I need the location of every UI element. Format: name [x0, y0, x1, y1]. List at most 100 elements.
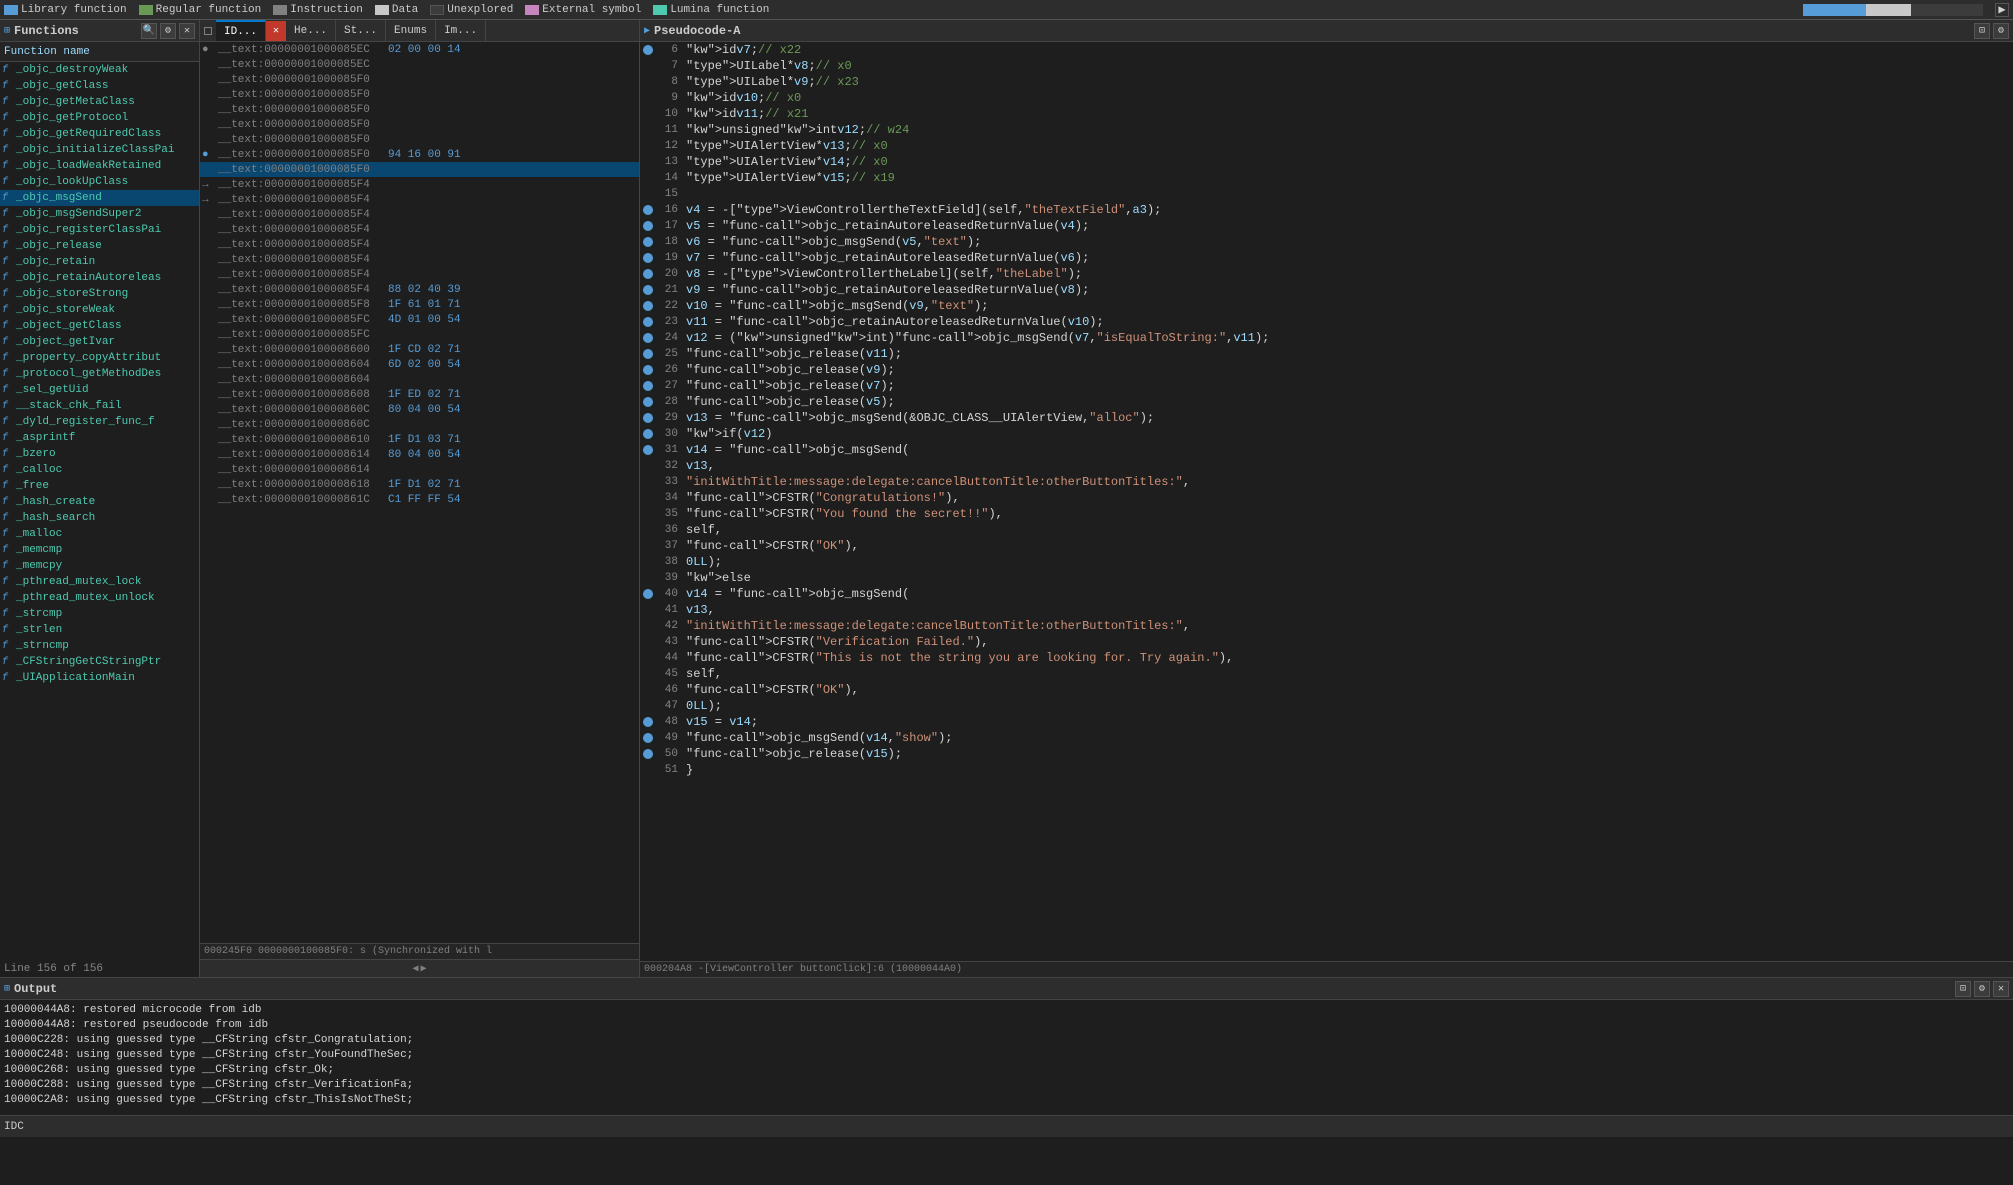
code-line[interactable]: 46 "func-call">CFSTR("OK"), [640, 682, 2013, 698]
code-line[interactable]: 51} [640, 762, 2013, 778]
code-line[interactable]: 20v8 = -["type">ViewController theLabel]… [640, 266, 2013, 282]
function-item[interactable]: f_objc_retainAutoreleas [0, 270, 199, 286]
code-line[interactable]: 32 v13, [640, 458, 2013, 474]
code-line[interactable]: 49"func-call">objc_msgSend(v14, "show"); [640, 730, 2013, 746]
function-item[interactable]: f_malloc [0, 526, 199, 542]
code-line[interactable]: 14"type">UIAlertView *v15; // x19 [640, 170, 2013, 186]
function-item[interactable]: f_objc_getProtocol [0, 110, 199, 126]
function-item[interactable]: f_dyld_register_func_f [0, 414, 199, 430]
function-item[interactable]: f_objc_msgSend [0, 190, 199, 206]
code-line[interactable]: 35 "func-call">CFSTR("You found the secr… [640, 506, 2013, 522]
function-item[interactable]: f_asprintf [0, 430, 199, 446]
function-item[interactable]: f_objc_lookUpClass [0, 174, 199, 190]
code-line[interactable]: 8"type">UILabel *v9; // x23 [640, 74, 2013, 90]
disasm-line[interactable]: →__text:00000001000085F4 [200, 192, 639, 207]
disasm-line[interactable]: __text:00000001000085F0 [200, 117, 639, 132]
function-item[interactable]: f_memcmp [0, 542, 199, 558]
function-item[interactable]: f_protocol_getMethodDes [0, 366, 199, 382]
function-item[interactable]: f_hash_create [0, 494, 199, 510]
disasm-line[interactable]: ●__text:00000001000085EC02 00 00 14 [200, 42, 639, 57]
disasm-line[interactable]: __text:00000001000085F4 [200, 207, 639, 222]
code-line[interactable]: 25"func-call">objc_release(v11); [640, 346, 2013, 362]
code-line[interactable]: 24v12 = ("kw">unsigned "kw">int)"func-ca… [640, 330, 2013, 346]
close-tab-button[interactable]: ✕ [266, 21, 286, 41]
function-item[interactable]: f_strncmp [0, 638, 199, 654]
code-line[interactable]: 12"type">UIAlertView *v13; // x0 [640, 138, 2013, 154]
functions-close-button[interactable]: ✕ [179, 23, 195, 39]
function-item[interactable]: f_objc_getClass [0, 78, 199, 94]
code-line[interactable]: 30"kw">if ( v12 ) [640, 426, 2013, 442]
tab-id[interactable]: ID... [216, 20, 266, 42]
code-line[interactable]: 27"func-call">objc_release(v7); [640, 378, 2013, 394]
code-line[interactable]: 36 self, [640, 522, 2013, 538]
function-item[interactable]: f_strlen [0, 622, 199, 638]
disasm-line[interactable]: __text:00000001000086081F ED 02 71 [200, 387, 639, 402]
disasm-line[interactable]: __text:00000001000085F4 [200, 222, 639, 237]
disasm-line[interactable]: __text:0000000100008604 [200, 372, 639, 387]
disasm-line[interactable]: __text:00000001000085F4 [200, 252, 639, 267]
function-item[interactable]: f_UIApplicationMain [0, 670, 199, 686]
function-item[interactable]: f_hash_search [0, 510, 199, 526]
code-line[interactable]: 41 v13, [640, 602, 2013, 618]
code-line[interactable]: 31 v14 = "func-call">objc_msgSend( [640, 442, 2013, 458]
function-item[interactable]: f_CFStringGetCStringPtr [0, 654, 199, 670]
tab-he[interactable]: He... [286, 20, 336, 42]
disasm-line[interactable]: __text:00000001000085F0 [200, 102, 639, 117]
disasm-line[interactable]: __text:00000001000085EC [200, 57, 639, 72]
output-content[interactable]: 10000044A8: restored microcode from idb1… [0, 1000, 2013, 1115]
disasm-line[interactable]: __text:00000001000086101F D1 03 71 [200, 432, 639, 447]
code-line[interactable]: 11"kw">unsigned "kw">int v12; // w24 [640, 122, 2013, 138]
code-line[interactable]: 40 v14 = "func-call">objc_msgSend( [640, 586, 2013, 602]
code-line[interactable]: 23v11 = "func-call">objc_retainAutorelea… [640, 314, 2013, 330]
output-close-button[interactable]: ✕ [1993, 981, 2009, 997]
function-item[interactable]: f_objc_retain [0, 254, 199, 270]
code-line[interactable]: 9"kw">id v10; // x0 [640, 90, 2013, 106]
code-line[interactable]: 10"kw">id v11; // x21 [640, 106, 2013, 122]
code-line[interactable]: 38 0LL); [640, 554, 2013, 570]
function-item[interactable]: f_objc_getMetaClass [0, 94, 199, 110]
disasm-line[interactable]: __text:00000001000085F81F 61 01 71 [200, 297, 639, 312]
code-line[interactable]: 29v13 = "func-call">objc_msgSend(&OBJC_C… [640, 410, 2013, 426]
code-line[interactable]: 34 "func-call">CFSTR("Congratulations!")… [640, 490, 2013, 506]
code-line[interactable]: 7"type">UILabel *v8; // x0 [640, 58, 2013, 74]
disasm-line[interactable]: __text:000000010000860C [200, 417, 639, 432]
disasm-line[interactable]: __text:00000001000085F0 [200, 162, 639, 177]
code-line[interactable]: 48v15 = v14; [640, 714, 2013, 730]
function-item[interactable]: f_objc_storeWeak [0, 302, 199, 318]
functions-search-button[interactable]: 🔍 [141, 23, 157, 39]
code-line[interactable]: 13"type">UIAlertView *v14; // x0 [640, 154, 2013, 170]
pseudo-settings-button[interactable]: ⚙ [1993, 23, 2009, 39]
code-line[interactable]: 26"func-call">objc_release(v9); [640, 362, 2013, 378]
function-item[interactable]: f_objc_destroyWeak [0, 62, 199, 78]
tab-im[interactable]: Im... [436, 20, 486, 42]
code-line[interactable]: 16v4 = -["type">ViewController theTextFi… [640, 202, 2013, 218]
output-maximize-button[interactable]: ⊡ [1955, 981, 1971, 997]
function-item[interactable]: f_objc_registerClassPai [0, 222, 199, 238]
code-line[interactable]: 37 "func-call">CFSTR("OK"), [640, 538, 2013, 554]
code-line[interactable]: 6"kw">id v7; // x22 [640, 42, 2013, 58]
code-line[interactable]: 39"kw">else [640, 570, 2013, 586]
disasm-line[interactable]: __text:00000001000085F0 [200, 87, 639, 102]
output-settings-button[interactable]: ⚙ [1974, 981, 1990, 997]
functions-list[interactable]: f_objc_destroyWeakf_objc_getClassf_objc_… [0, 62, 199, 961]
function-item[interactable]: f_bzero [0, 446, 199, 462]
tab-enums[interactable]: Enums [386, 20, 436, 42]
disasm-line[interactable]: __text:000000010000860C80 04 00 54 [200, 402, 639, 417]
function-item[interactable]: f_objc_loadWeakRetained [0, 158, 199, 174]
code-line[interactable]: 42 "initWithTitle:message:delegate:cance… [640, 618, 2013, 634]
function-item[interactable]: f_objc_initializeClassPai [0, 142, 199, 158]
disasm-line[interactable]: __text:00000001000085F0 [200, 132, 639, 147]
function-item[interactable]: f_sel_getUid [0, 382, 199, 398]
disasm-line[interactable]: __text:00000001000085FC [200, 327, 639, 342]
code-line[interactable]: 28"func-call">objc_release(v5); [640, 394, 2013, 410]
function-item[interactable]: f_objc_getRequiredClass [0, 126, 199, 142]
pseudocode-content[interactable]: 6"kw">id v7; // x227"type">UILabel *v8; … [640, 42, 2013, 961]
disasm-line[interactable]: __text:0000000100008614 [200, 462, 639, 477]
disasm-line[interactable]: __text:00000001000085F4 [200, 267, 639, 282]
function-item[interactable]: f_object_getClass [0, 318, 199, 334]
functions-settings-button[interactable]: ⚙ [160, 23, 176, 39]
function-item[interactable]: f_objc_msgSendSuper2 [0, 206, 199, 222]
function-item[interactable]: f_pthread_mutex_unlock [0, 590, 199, 606]
disasm-line[interactable]: __text:00000001000086001F CD 02 71 [200, 342, 639, 357]
disasm-line[interactable]: __text:00000001000085FC4D 01 00 54 [200, 312, 639, 327]
